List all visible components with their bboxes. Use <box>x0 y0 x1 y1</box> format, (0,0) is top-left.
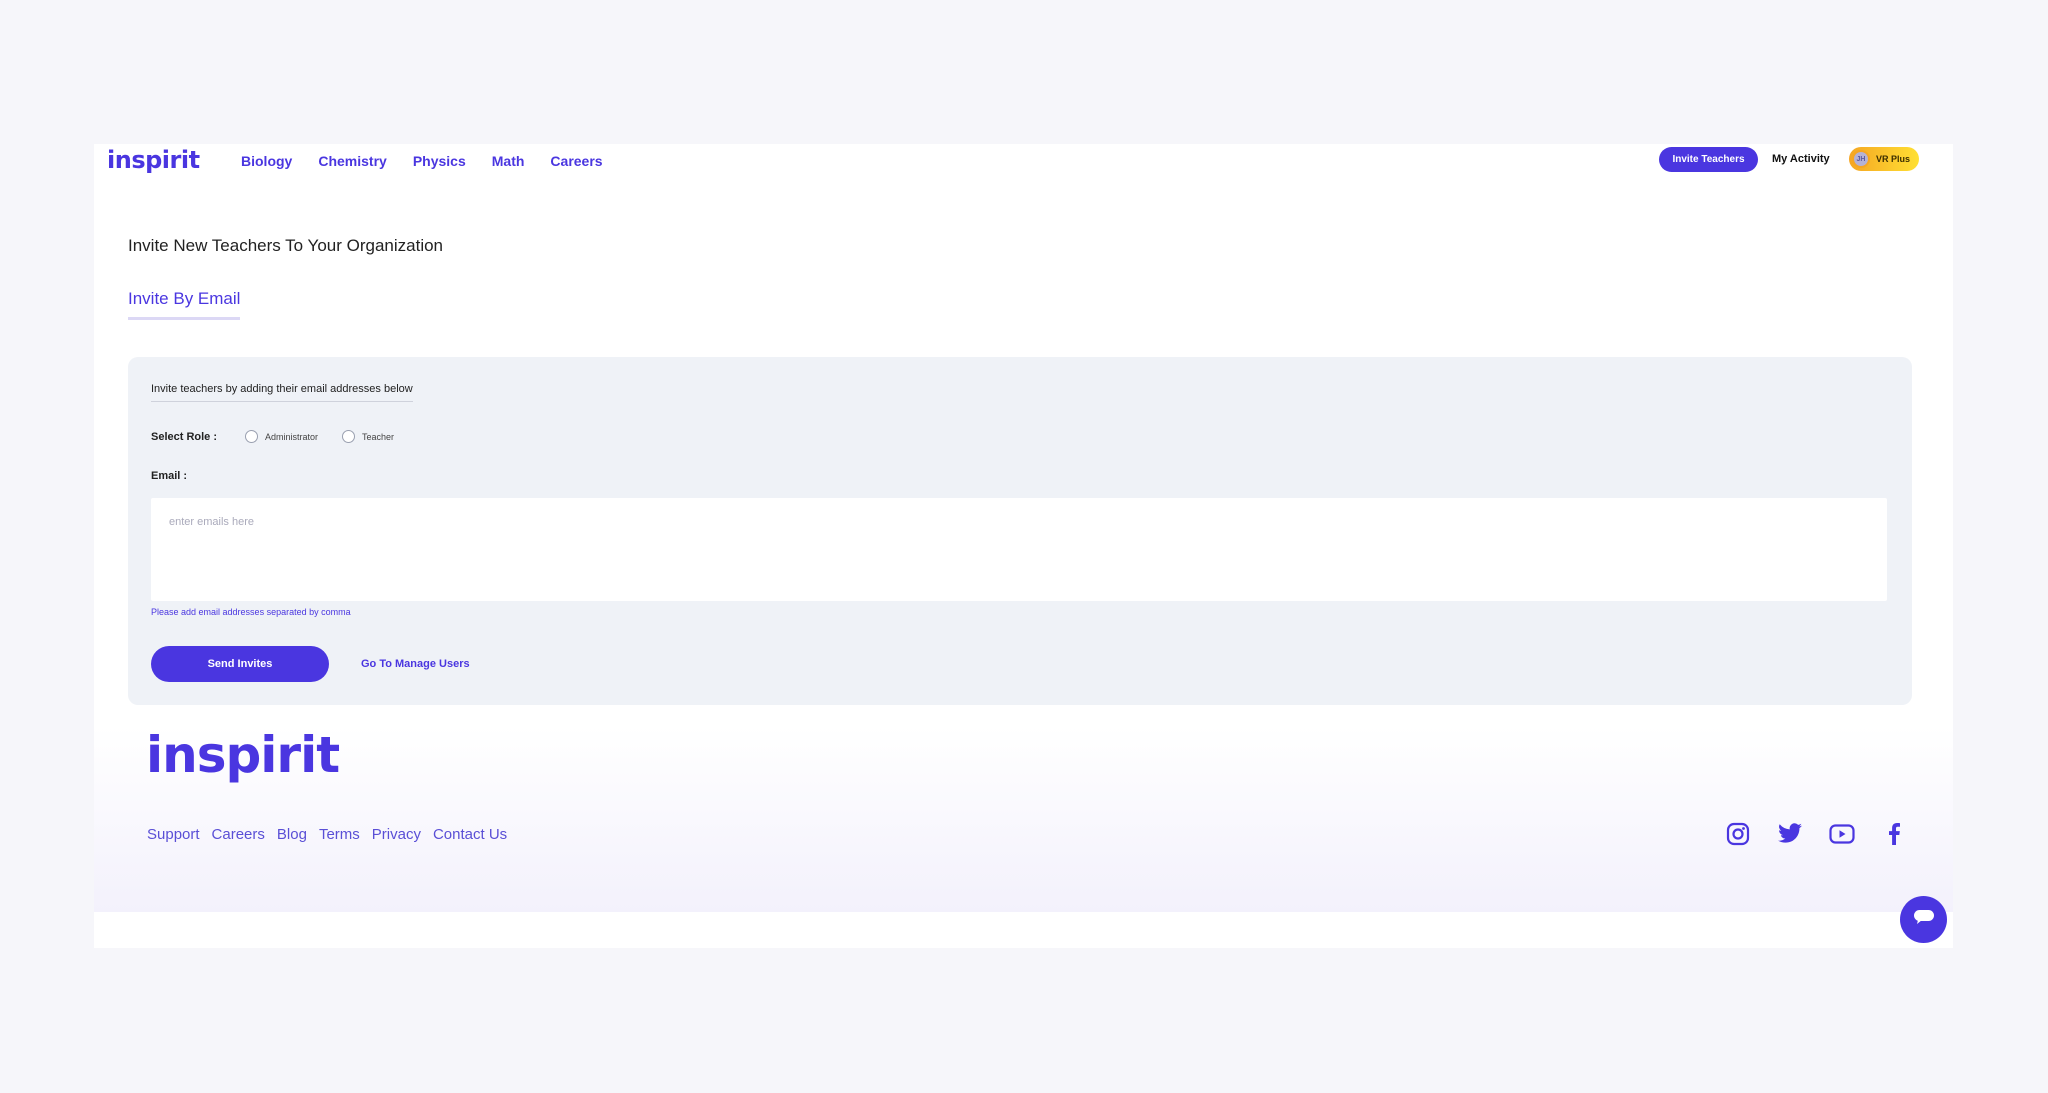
footer-link-careers[interactable]: Careers <box>212 826 265 843</box>
account-plan-badge[interactable]: JH VR Plus <box>1849 147 1919 171</box>
nav-biology[interactable]: Biology <box>241 153 292 169</box>
radio-circle-icon[interactable] <box>245 430 258 443</box>
my-activity-link[interactable]: My Activity <box>1772 153 1830 165</box>
email-label: Email : <box>151 470 188 482</box>
tab-invite-by-email[interactable]: Invite By Email <box>128 289 241 320</box>
email-input[interactable] <box>151 498 1887 601</box>
chat-bubble-icon <box>1913 909 1935 930</box>
footer-link-support[interactable]: Support <box>147 826 200 843</box>
youtube-icon[interactable] <box>1828 820 1856 848</box>
footer-link-blog[interactable]: Blog <box>277 826 307 843</box>
twitter-icon[interactable] <box>1776 820 1804 848</box>
chat-widget-button[interactable] <box>1900 896 1947 943</box>
footer-links: Support Careers Blog Terms Privacy Conta… <box>147 826 519 843</box>
plan-badge-label: VR Plus <box>1876 154 1911 164</box>
radio-circle-icon[interactable] <box>342 430 355 443</box>
page-title: Invite New Teachers To Your Organization <box>128 236 444 255</box>
nav-physics[interactable]: Physics <box>413 153 466 169</box>
manage-users-link[interactable]: Go To Manage Users <box>361 658 470 670</box>
email-helper-text: Please add email addresses separated by … <box>151 607 351 617</box>
role-administrator-label: Administrator <box>265 431 319 442</box>
footer-logo[interactable]: inspirit <box>146 726 340 784</box>
social-links <box>1724 820 1932 848</box>
send-invites-button[interactable]: Send Invites <box>151 646 329 682</box>
invite-teachers-button[interactable]: Invite Teachers <box>1659 147 1758 172</box>
footer-link-privacy[interactable]: Privacy <box>372 826 421 843</box>
header-logo[interactable]: inspirit <box>107 146 200 174</box>
nav-chemistry[interactable]: Chemistry <box>318 153 386 169</box>
role-radio-teacher[interactable]: Teacher <box>342 430 394 443</box>
nav-careers[interactable]: Careers <box>550 153 602 169</box>
invite-panel: Invite teachers by adding their email ad… <box>128 357 1912 705</box>
footer-link-terms[interactable]: Terms <box>319 826 360 843</box>
facebook-icon[interactable] <box>1880 820 1908 848</box>
footer: inspirit Support Careers Blog Terms Priv… <box>94 726 1953 912</box>
select-role-label: Select Role : <box>151 431 218 443</box>
nav-math[interactable]: Math <box>492 153 525 169</box>
instagram-icon[interactable] <box>1724 820 1752 848</box>
main-nav: Biology Chemistry Physics Math Careers <box>241 153 629 169</box>
top-header: inspirit Biology Chemistry Physics Math … <box>94 144 1953 178</box>
role-radio-administrator[interactable]: Administrator <box>245 430 318 443</box>
panel-hint: Invite teachers by adding their email ad… <box>151 383 413 402</box>
page-container: inspirit Biology Chemistry Physics Math … <box>94 144 1953 948</box>
footer-link-contact[interactable]: Contact Us <box>433 826 507 843</box>
avatar: JH <box>1852 150 1870 168</box>
role-teacher-label: Teacher <box>362 431 395 442</box>
